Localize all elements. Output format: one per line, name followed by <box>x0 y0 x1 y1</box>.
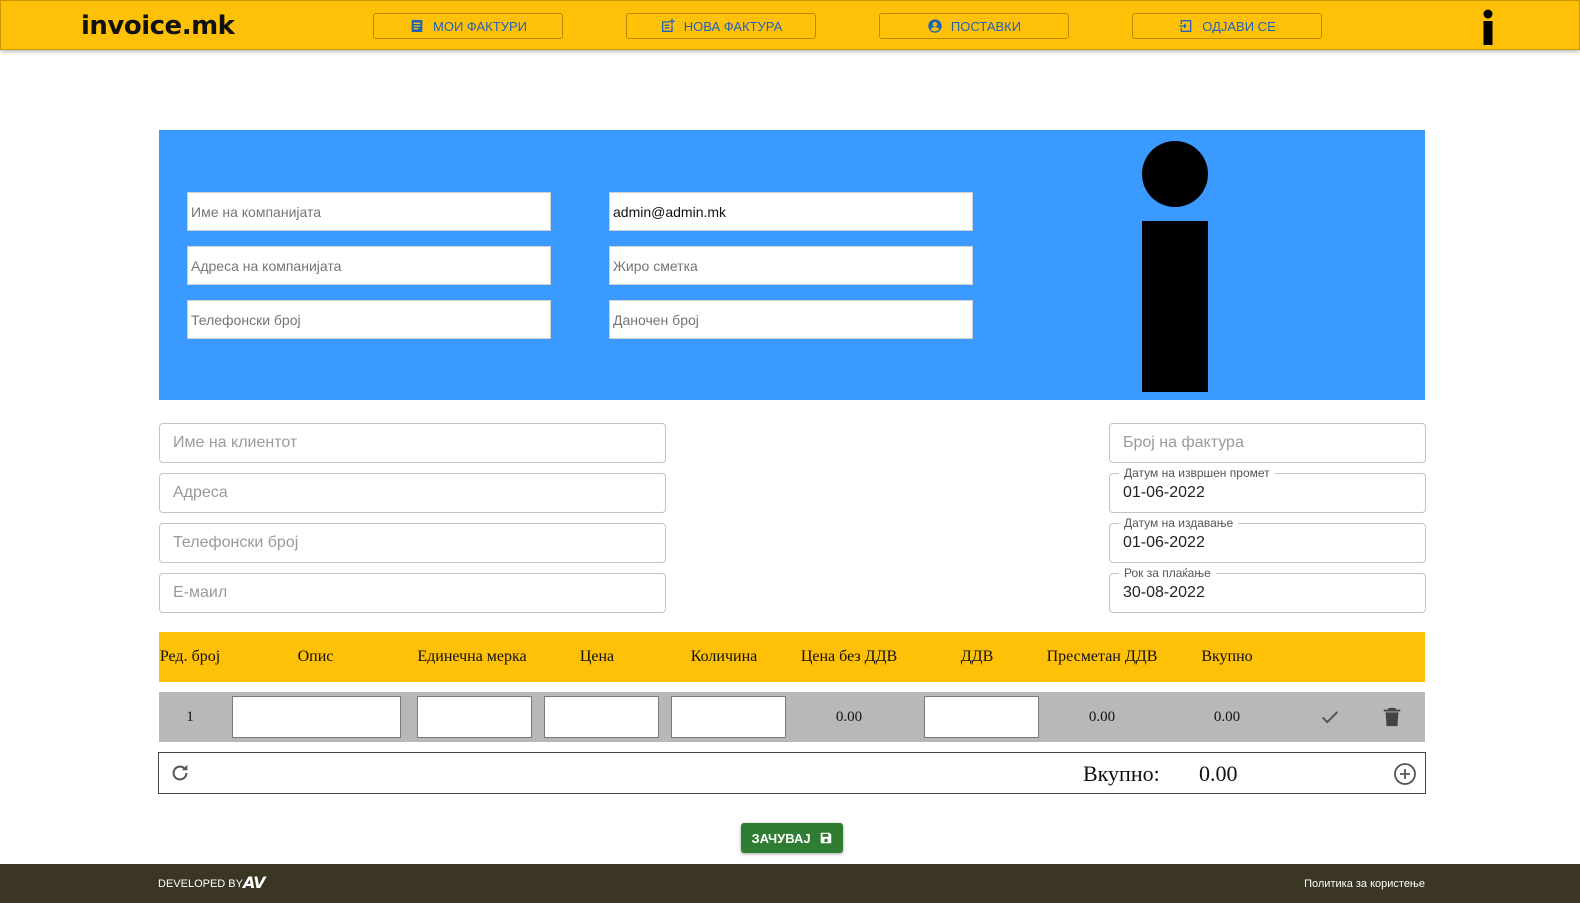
company-address-input[interactable] <box>187 246 551 285</box>
header-total: Вкупно <box>1201 648 1253 665</box>
price-input[interactable] <box>544 696 659 738</box>
client-name-field <box>159 423 666 463</box>
company-name-input[interactable] <box>187 192 551 231</box>
grand-total-value: 0.00 <box>1199 761 1238 786</box>
invoice-number-field <box>1109 423 1426 463</box>
unit-input[interactable] <box>417 696 532 738</box>
info-i-icon <box>1483 9 1493 45</box>
items-table-header: Ред. број Опис Единечна мерка Цена Колич… <box>159 632 1425 682</box>
header-quantity: Количина <box>690 648 758 665</box>
logout-icon <box>1179 20 1192 32</box>
developer-logo[interactable]: AV <box>243 873 266 892</box>
quantity-input[interactable] <box>671 696 786 738</box>
client-address-field <box>159 473 666 513</box>
description-input[interactable] <box>232 696 401 738</box>
list-icon <box>411 20 423 32</box>
header-price-without-vat: Цена без ДДВ <box>800 648 898 665</box>
settings-button[interactable]: ПОСТАВКИ <box>879 13 1069 39</box>
due-date-field: Рок за плаќање <box>1109 566 1426 613</box>
company-email-input[interactable] <box>609 192 973 231</box>
client-phone-input[interactable] <box>160 524 665 562</box>
company-account-input[interactable] <box>609 246 973 285</box>
client-email-field <box>159 573 666 613</box>
add-row-icon[interactable] <box>1393 762 1417 786</box>
new-invoice-label: НОВА ФАКТУРА <box>683 18 783 34</box>
company-phone-input[interactable] <box>187 300 551 339</box>
top-bar: invoice.mk МОИ ФАКТУРИ НОВА ФАКТУРА ПОСТ… <box>0 0 1580 50</box>
my-invoices-button[interactable]: МОИ ФАКТУРИ <box>373 13 563 39</box>
vat-input[interactable] <box>924 696 1039 738</box>
calculated-vat-value: 0.00 <box>1088 708 1116 725</box>
row-total-value: 0.00 <box>1213 708 1241 725</box>
save-label: ЗАЧУВАЈ <box>751 830 811 846</box>
invoice-number-input[interactable] <box>1110 424 1425 462</box>
company-tax-number-input[interactable] <box>609 300 973 339</box>
header-unit: Единечна мерка <box>417 648 527 665</box>
terms-of-use-link[interactable]: Политика за користење <box>1304 878 1425 890</box>
my-invoices-label: МОИ ФАКТУРИ <box>433 18 527 34</box>
price-without-vat-value: 0.00 <box>835 708 863 725</box>
confirm-check-icon[interactable] <box>1319 706 1341 728</box>
client-phone-field <box>159 523 666 563</box>
issue-date-field: Датум на издавање <box>1109 516 1426 563</box>
save-icon <box>820 832 831 844</box>
issue-date-label: Датум на издавање <box>1119 516 1239 530</box>
client-name-input[interactable] <box>160 424 665 462</box>
app-logo[interactable]: invoice.mk <box>81 11 235 41</box>
refresh-icon[interactable] <box>169 762 191 784</box>
client-email-input[interactable] <box>160 574 665 612</box>
account-circle-icon <box>928 19 942 33</box>
row-number: 1 <box>186 708 194 725</box>
logout-label: ОДЈАВИ СЕ <box>1202 18 1276 34</box>
transaction-date-field: Датум на извршен промет <box>1109 466 1426 513</box>
save-button[interactable]: ЗАЧУВАЈ <box>741 823 843 853</box>
delete-trash-icon[interactable] <box>1381 705 1403 729</box>
header-calculated-vat: Пресметан ДДВ <box>1046 648 1158 665</box>
developed-by-text: DEVELOPED BY <box>158 878 243 890</box>
logo-i-dot <box>1142 141 1208 207</box>
totals-bar: Вкупно: 0.00 <box>158 752 1426 794</box>
grand-total-label: Вкупно: <box>1083 761 1160 786</box>
header-row-number: Ред. број <box>159 648 221 665</box>
footer: DEVELOPED BY AV Политика за користење <box>0 864 1580 903</box>
settings-label: ПОСТАВКИ <box>950 18 1022 34</box>
header-price: Цена <box>579 648 615 665</box>
logo-i-stem <box>1142 221 1208 392</box>
transaction-date-label: Датум на извршен промет <box>1119 466 1275 480</box>
header-description: Опис <box>297 648 334 665</box>
client-address-input[interactable] <box>160 474 665 512</box>
logout-button[interactable]: ОДЈАВИ СЕ <box>1132 13 1322 39</box>
due-date-label: Рок за плаќање <box>1119 566 1216 580</box>
new-invoice-button[interactable]: НОВА ФАКТУРА <box>626 13 816 39</box>
note-add-icon <box>661 18 675 32</box>
table-row: 1 0.00 0.00 0.00 <box>159 692 1425 742</box>
header-vat: ДДВ <box>960 648 994 665</box>
